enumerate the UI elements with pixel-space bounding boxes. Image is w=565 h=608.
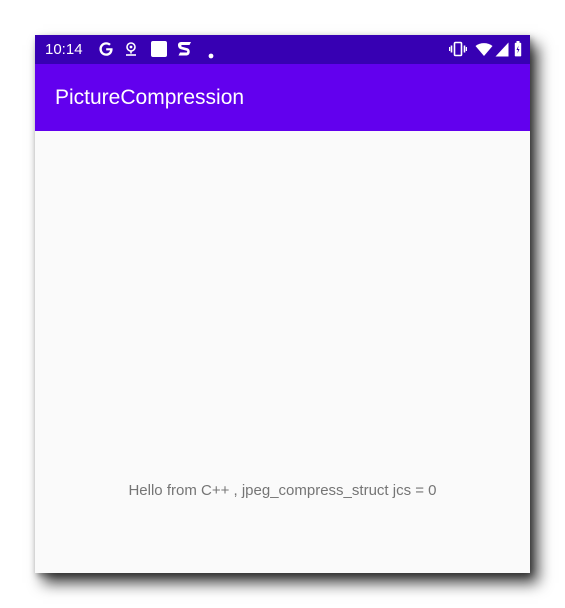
- cellular-signal-icon: [495, 42, 509, 57]
- main-content: Hello from C++ , jpeg_compress_struct jc…: [35, 131, 530, 573]
- system-icons: [448, 41, 522, 57]
- battery-icon: [514, 41, 522, 57]
- location-pin-icon: [123, 41, 139, 57]
- s-app-icon: [176, 40, 194, 58]
- google-icon: [97, 40, 115, 58]
- app-toolbar: PictureCompression: [35, 64, 530, 131]
- status-time: 10:14: [45, 41, 83, 58]
- screenshot-canvas: 10:14 PictureCompression Hello from C++ …: [0, 0, 565, 608]
- status-bar: 10:14: [35, 35, 530, 64]
- hello-message: Hello from C++ , jpeg_compress_struct jc…: [128, 482, 437, 499]
- white-square-icon: [150, 40, 168, 58]
- wifi-icon: [475, 42, 493, 57]
- phone-screen: 10:14 PictureCompression Hello from C++ …: [35, 35, 530, 573]
- vibrate-icon: [448, 41, 468, 57]
- dot-icon: [208, 46, 214, 59]
- app-title: PictureCompression: [55, 86, 245, 109]
